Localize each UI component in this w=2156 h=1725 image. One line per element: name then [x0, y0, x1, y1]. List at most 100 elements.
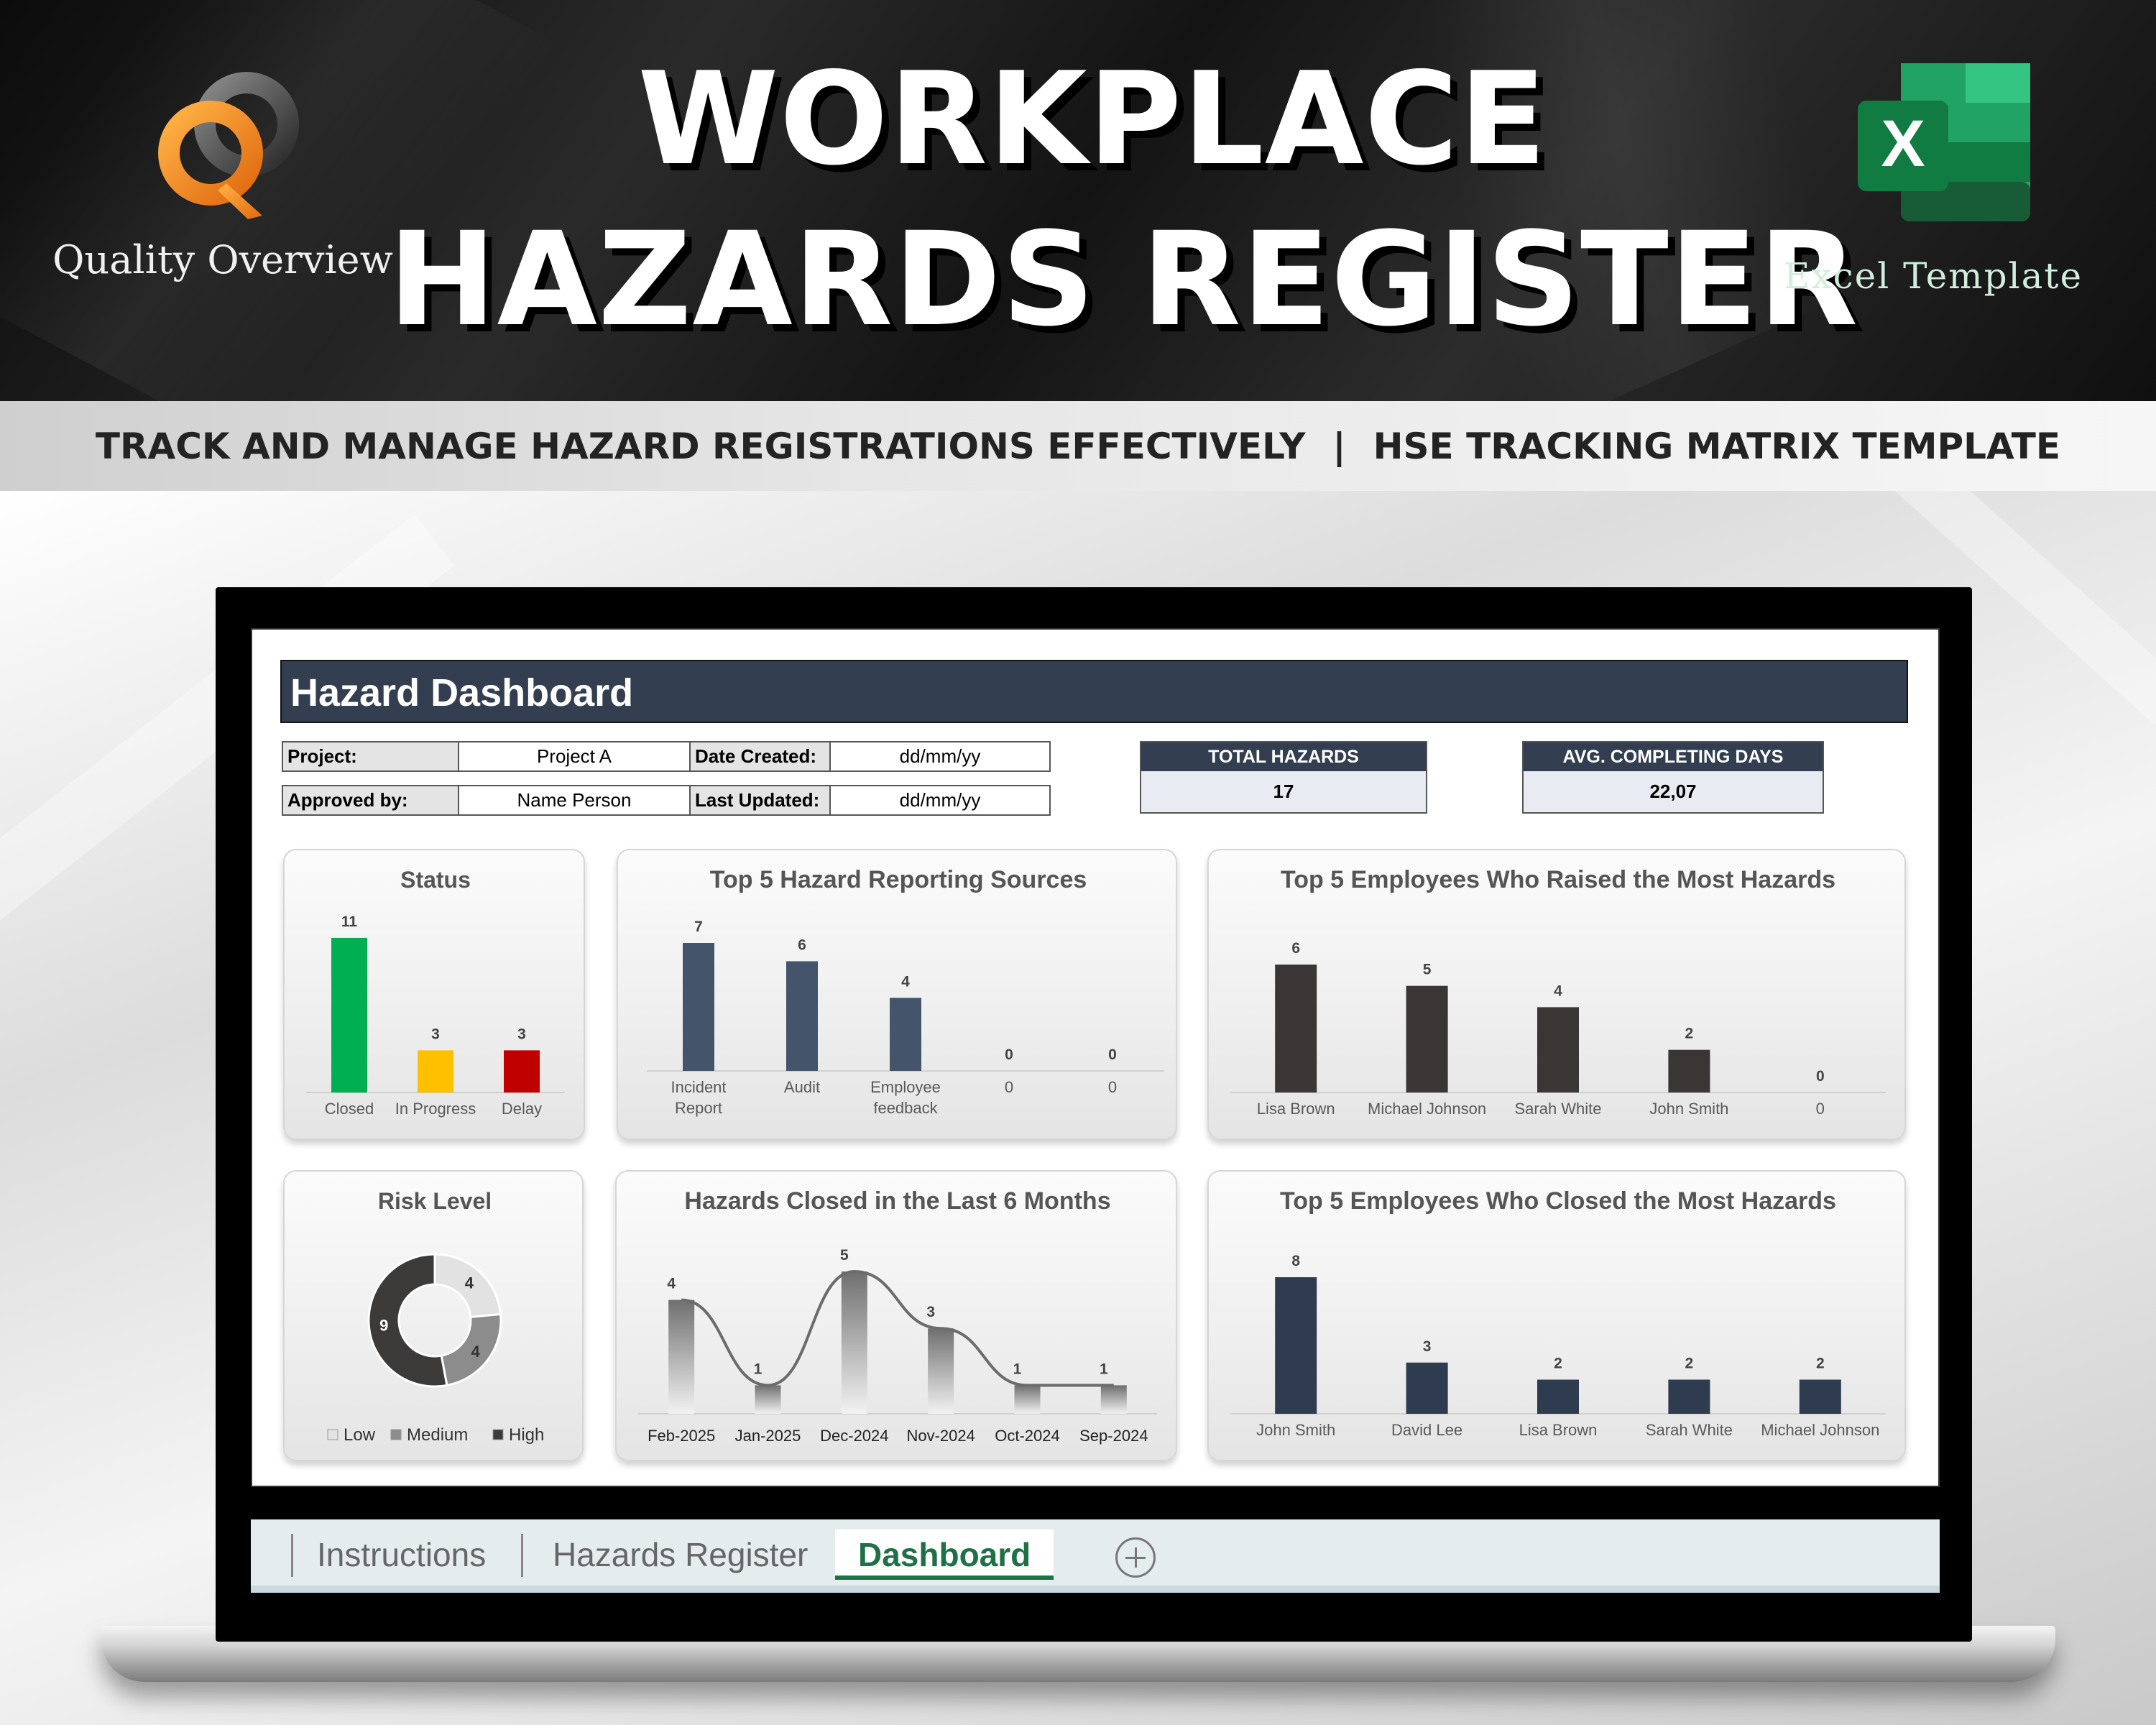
tab-dashboard[interactable]: Dashboard [835, 1530, 1054, 1580]
status-chart: Status 11 Closed 3 In Progress 3 Delay [306, 867, 565, 1118]
data-label: 3 [1423, 1338, 1432, 1355]
legend-label: Low [344, 1425, 376, 1445]
date-created-value[interactable]: dd/mm/yy [829, 741, 1051, 772]
chart-title: Top 5 Hazard Reporting Sources [710, 866, 1087, 893]
bar [331, 938, 367, 1092]
date-created-label: Date Created: [689, 741, 831, 772]
data-label: 6 [798, 937, 806, 953]
tick-label: Michael Johnson [1761, 1421, 1879, 1439]
last-updated-value[interactable]: dd/mm/yy [829, 785, 1051, 816]
bar [1799, 1379, 1841, 1414]
dashboard-sheet: Hazard Dashboard Project: Project A Date… [251, 628, 1940, 1487]
data-label: 2 [1816, 1356, 1825, 1372]
tab-hazards-register[interactable]: Hazards Register [553, 1530, 808, 1580]
sources-chart-card: Top 5 Hazard Reporting Sources 7 Incident R… [617, 849, 1177, 1140]
data-label: 11 [341, 914, 358, 930]
kpi-total-value: 17 [1273, 781, 1294, 802]
kpi-avg-value: 22,07 [1649, 781, 1697, 802]
plus-circle-icon[interactable] [1115, 1537, 1156, 1578]
dashboard-title: Hazard Dashboard [280, 660, 1908, 723]
bar [1668, 1379, 1710, 1414]
bar [504, 1050, 540, 1092]
chart-title: Top 5 Employees Who Closed the Most Haza… [1280, 1187, 1836, 1215]
closed6-chart-card: Hazards Closed in the Last 6 Months 4 Feb-… [615, 1170, 1177, 1461]
bar [668, 1300, 695, 1414]
legend-swatch [390, 1429, 402, 1440]
risk-chart: Risk Level 4 4 9 Low Medium High [327, 1188, 544, 1445]
trend-line [681, 1269, 1114, 1387]
data-label: 4 [901, 973, 910, 990]
bar [841, 1271, 867, 1414]
tick-label: Closed [325, 1100, 374, 1118]
kpi-avg-days: AVG. COMPLETING DAYS 22,07 [1522, 741, 1824, 814]
excel-icon: X [1858, 63, 2030, 221]
data-label: 0 [1005, 1046, 1013, 1063]
tick-label: Sarah White [1646, 1421, 1733, 1439]
bar [1668, 1049, 1710, 1092]
status-chart-card: Status 11 Closed 3 In Progress 3 Delay [283, 849, 585, 1140]
tick-label: 0 [1108, 1078, 1117, 1096]
bar [1014, 1385, 1041, 1414]
tick-label: John Smith [1256, 1421, 1335, 1439]
tick-label: Sep-2024 [1079, 1427, 1148, 1445]
bar [755, 1385, 781, 1414]
raised-chart: Top 5 Employees Who Raised the Most Haza… [1230, 866, 1886, 1118]
qo-logo-icon [158, 72, 299, 219]
closedby-chart-card: Top 5 Employees Who Closed the Most Haza… [1207, 1170, 1906, 1461]
chart-title: Top 5 Employees Who Raised the Most Haza… [1281, 866, 1835, 893]
raised-chart-card: Top 5 Employees Who Raised the Most Haza… [1207, 849, 1906, 1140]
bar [1406, 985, 1448, 1092]
data-label: 6 [1291, 940, 1300, 957]
chart-title: Status [400, 867, 471, 893]
data-label: 2 [1685, 1026, 1694, 1042]
bar [1100, 1385, 1127, 1414]
tick-label: Lisa Brown [1519, 1421, 1598, 1439]
data-label: 2 [1685, 1356, 1694, 1372]
tick-label: feedback [873, 1099, 938, 1117]
data-label: 8 [1291, 1253, 1300, 1269]
banner-title-line2: HAZARDS REGISTER [388, 205, 1859, 355]
data-label: 7 [694, 919, 703, 935]
tick-label: Feb-2025 [648, 1427, 715, 1445]
risk-chart-card: Risk Level 4 4 9 Low Medium High [283, 1170, 584, 1461]
tick-label: Report [675, 1099, 722, 1117]
project-info-table: Project: Project A Date Created: dd/mm/y… [282, 741, 1051, 816]
kpi-total-label: TOTAL HAZARDS [1141, 742, 1426, 771]
bar [1537, 1379, 1579, 1414]
tick-label: Michael Johnson [1368, 1100, 1486, 1118]
svg-text:X: X [1881, 107, 1925, 180]
bar [683, 943, 714, 1071]
subtitle-strip: TRACK AND MANAGE HAZARD REGISTRATIONS EF… [0, 401, 2156, 491]
closed6-chart: Hazards Closed in the Last 6 Months 4 Feb-… [638, 1187, 1157, 1445]
data-label: 4 [465, 1274, 474, 1292]
tick-label: Delay [502, 1100, 542, 1118]
tick-label: David Lee [1391, 1421, 1462, 1439]
data-label: 0 [1108, 1046, 1117, 1063]
data-label: 3 [431, 1026, 440, 1042]
closedby-chart: Top 5 Employees Who Closed the Most Haza… [1230, 1187, 1886, 1439]
sources-chart: Top 5 Hazard Reporting Sources 7 Incident R… [647, 866, 1164, 1117]
excel-template-label: Excel Template [1783, 255, 2083, 297]
data-label: 3 [517, 1026, 526, 1042]
data-label: 0 [1816, 1068, 1825, 1085]
chart-title: Risk Level [378, 1188, 492, 1214]
tick-label: Jan-2025 [735, 1427, 801, 1445]
tab-instructions[interactable]: Instructions [317, 1530, 486, 1580]
data-label: 4 [667, 1276, 676, 1292]
tick-label: Oct-2024 [995, 1427, 1060, 1445]
bar [890, 998, 921, 1071]
data-label: 3 [926, 1304, 935, 1320]
approved-by-value[interactable]: Name Person [458, 785, 691, 816]
subtitle-separator: | [1332, 425, 1346, 467]
project-value[interactable]: Project A [458, 741, 691, 772]
banner: Quality Overview WORKPLACE HAZARDS REGIS… [0, 0, 2156, 402]
bar [1275, 965, 1317, 1092]
subtitle-right: HSE TRACKING MATRIX TEMPLATE [1373, 425, 2061, 467]
tick-label: Audit [784, 1078, 820, 1096]
bar [1406, 1362, 1448, 1414]
data-label: 1 [1013, 1361, 1022, 1377]
legend-label: High [509, 1425, 544, 1445]
tick-label: Employee [870, 1078, 941, 1096]
legend-label: Medium [407, 1425, 468, 1445]
bar [1537, 1007, 1579, 1092]
